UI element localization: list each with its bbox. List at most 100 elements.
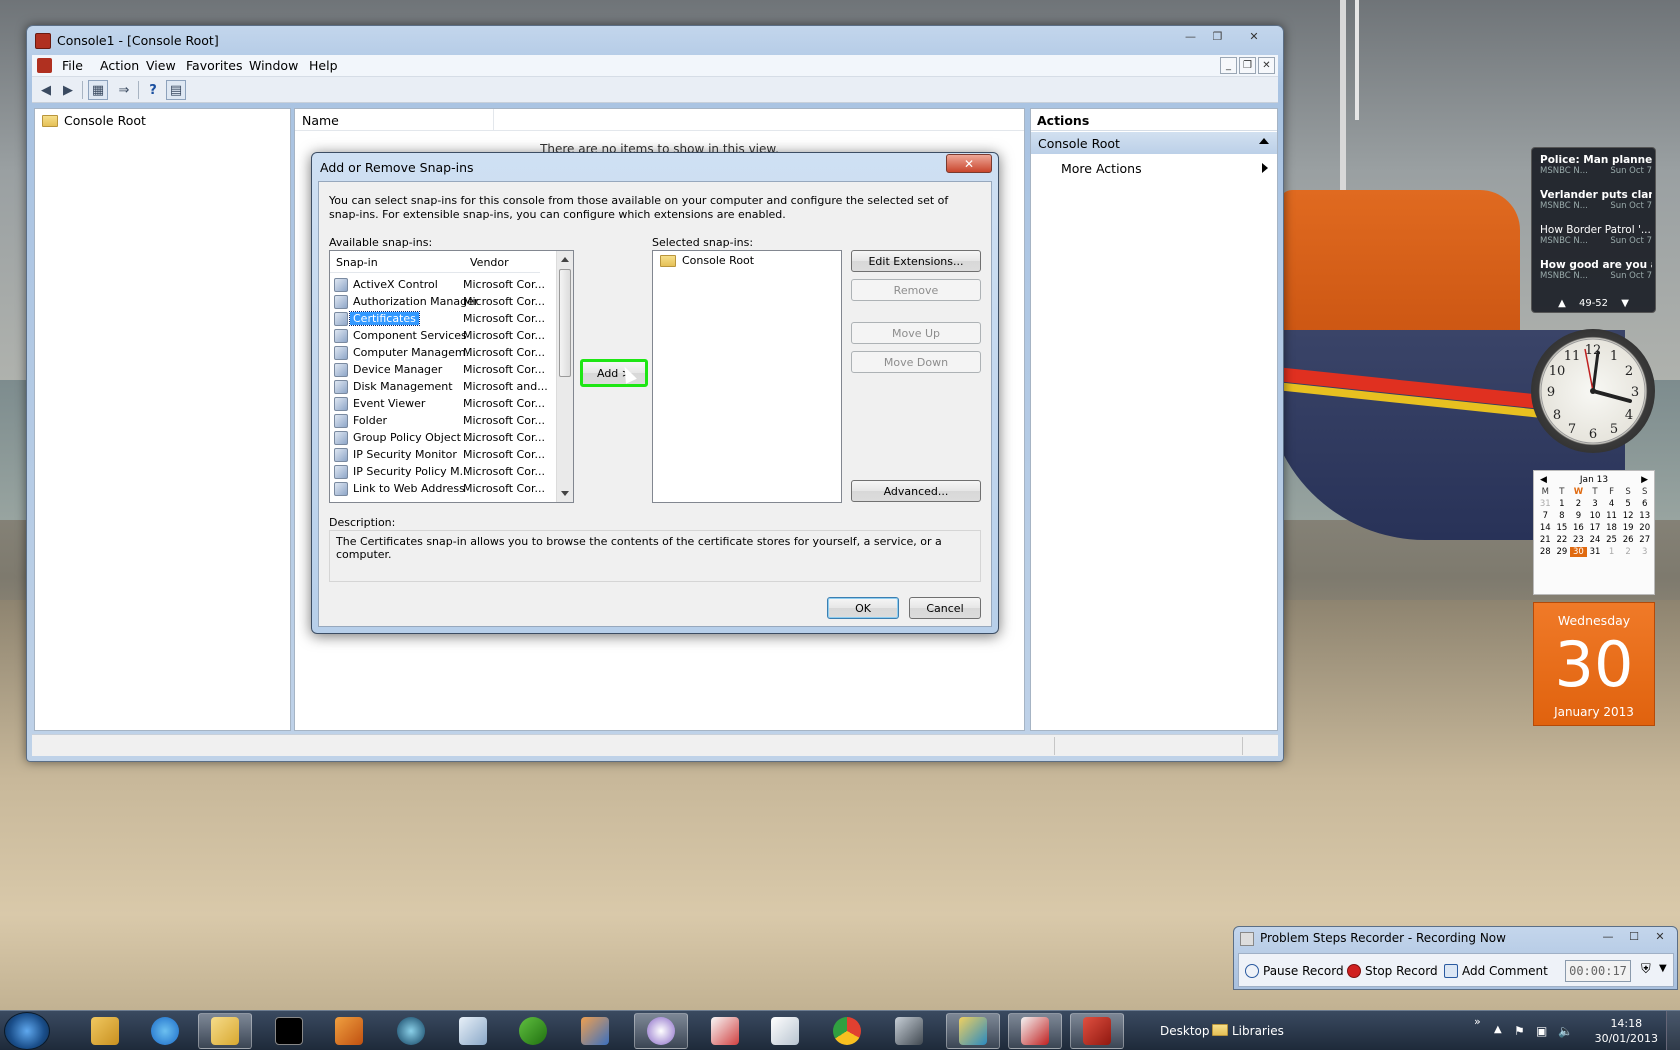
calendar-day[interactable]: 10 (1587, 511, 1604, 521)
show-desktop-button[interactable] (1666, 1011, 1680, 1050)
move-up-button[interactable]: Move Up (851, 322, 981, 344)
child-restore-button[interactable]: ❐ (1239, 57, 1256, 74)
export-list-icon[interactable]: ⇒ (114, 80, 134, 100)
taskbar-app-pen[interactable] (882, 1013, 936, 1049)
toolbar-libraries[interactable]: Libraries (1212, 1024, 1284, 1038)
calendar-day[interactable]: 6 (1636, 499, 1653, 509)
calendar-day[interactable]: 18 (1603, 523, 1620, 533)
calendar-next-icon[interactable]: ▶ (1641, 475, 1648, 485)
taskbar-app-star[interactable] (446, 1013, 500, 1049)
selected-snapins-list[interactable]: Console Root (652, 250, 842, 503)
calendar-day[interactable]: 8 (1554, 511, 1571, 521)
psr-maximize-button[interactable]: ☐ (1621, 928, 1647, 945)
calendar-day[interactable]: 31 (1537, 499, 1554, 509)
taskbar-clock[interactable]: 14:18 30/01/2013 (1595, 1016, 1658, 1046)
move-down-button[interactable]: Move Down (851, 351, 981, 373)
calendar-day[interactable]: 14 (1537, 523, 1554, 533)
add-comment-button[interactable]: Add Comment (1444, 964, 1548, 978)
add-button[interactable]: Add > (580, 359, 648, 387)
column-vendor[interactable]: Vendor (470, 256, 509, 269)
calendar-day[interactable]: 21 (1537, 535, 1554, 545)
news-item[interactable]: Police: Man planned ... MSNBC N... Sun Oc… (1540, 154, 1652, 176)
menu-window[interactable]: Window (249, 58, 298, 73)
calendar-day[interactable]: 20 (1636, 523, 1653, 533)
taskbar-documents[interactable] (758, 1013, 812, 1049)
taskbar-app-chart[interactable] (568, 1013, 622, 1049)
menu-help[interactable]: Help (309, 58, 338, 73)
calendar-day[interactable]: 22 (1554, 535, 1571, 545)
child-close-button[interactable]: ✕ (1258, 57, 1275, 74)
calendar-day[interactable]: 28 (1537, 547, 1554, 557)
calendar-day[interactable]: 2 (1570, 499, 1587, 509)
news-item[interactable]: Verlander puts clam... MSNBC N... Sun Oct… (1540, 189, 1652, 211)
calendar-day[interactable]: 7 (1537, 511, 1554, 521)
minimize-button[interactable]: — (1177, 27, 1204, 46)
calendar-day[interactable]: 3 (1587, 499, 1604, 509)
volume-icon[interactable]: 🔈 (1558, 1024, 1573, 1038)
back-arrow-icon[interactable]: ◀ (36, 80, 56, 100)
help-dropdown-icon[interactable]: ▼ (1659, 963, 1667, 974)
taskbar-internet-explorer[interactable] (138, 1013, 192, 1049)
available-snapins-list[interactable]: Snap-in Vendor ActiveX Control Microsoft … (329, 250, 574, 503)
calendar-day[interactable]: 1 (1554, 499, 1571, 509)
snapin-row[interactable]: ActiveX Control Microsoft Cor... (334, 277, 545, 293)
snapin-row[interactable]: IP Security Policy M... Microsoft Cor... (334, 464, 545, 480)
snapin-row[interactable]: Event Viewer Microsoft Cor... (334, 396, 545, 412)
calendar-day[interactable]: 3 (1636, 547, 1653, 557)
snapin-row[interactable]: Disk Management Microsoft and... (334, 379, 548, 395)
shield-icon[interactable]: ⛨ (1641, 962, 1651, 977)
calendar-day[interactable]: 2 (1620, 547, 1637, 557)
snapin-row[interactable]: Computer Managem... Microsoft Cor... (334, 345, 545, 361)
calendar-prev-icon[interactable]: ◀ (1540, 475, 1547, 485)
menu-favorites[interactable]: Favorites (186, 58, 242, 73)
scrollbar-thumb[interactable] (559, 269, 571, 377)
psr-minimize-button[interactable]: — (1595, 928, 1621, 945)
forward-arrow-icon[interactable]: ▶ (58, 80, 78, 100)
tray-expand-icon[interactable]: ▲ (1494, 1024, 1502, 1035)
network-icon[interactable]: ▣ (1536, 1024, 1547, 1038)
taskbar-media-center[interactable] (384, 1013, 438, 1049)
child-minimize-button[interactable]: _ (1220, 57, 1237, 74)
dialog-close-button[interactable]: ✕ (946, 154, 992, 173)
column-name[interactable]: Name (302, 113, 339, 128)
taskbar-media-player[interactable] (322, 1013, 376, 1049)
snapin-row[interactable]: Certificates Microsoft Cor... (334, 311, 545, 327)
stop-record-button[interactable]: Stop Record (1347, 964, 1438, 978)
snapin-row[interactable]: Device Manager Microsoft Cor... (334, 362, 545, 378)
calendar-day[interactable]: 27 (1636, 535, 1653, 545)
tree-item-console-root[interactable]: Console Root (39, 112, 149, 129)
remove-button[interactable]: Remove (851, 279, 981, 301)
show-hide-tree-icon[interactable]: ▦ (88, 80, 108, 100)
advanced-button[interactable]: Advanced... (851, 480, 981, 502)
taskbar-snipping-tool[interactable] (698, 1013, 752, 1049)
list-scrollbar[interactable] (556, 251, 573, 502)
menu-action[interactable]: Action (100, 58, 139, 73)
calendar-day[interactable]: 17 (1587, 523, 1604, 533)
taskbar-steps-recorder[interactable] (1008, 1013, 1062, 1049)
calendar-day[interactable]: 4 (1603, 499, 1620, 509)
calendar-day[interactable]: 11 (1603, 511, 1620, 521)
edit-extensions-button[interactable]: Edit Extensions... (851, 250, 981, 272)
scroll-up-icon[interactable] (561, 257, 569, 262)
ok-button[interactable]: OK (827, 597, 899, 619)
calendar-day[interactable]: 29 (1554, 547, 1571, 557)
action-center-flag-icon[interactable]: ⚑ (1514, 1024, 1525, 1038)
mmc-app-icon[interactable] (35, 33, 51, 49)
help-icon[interactable]: ? (143, 80, 163, 100)
calendar-day[interactable]: 12 (1620, 511, 1637, 521)
news-item[interactable]: How good are you at... MSNBC N... Sun Oct… (1540, 259, 1652, 281)
restore-button[interactable]: ❐ (1204, 27, 1231, 46)
calendar-day[interactable]: 25 (1603, 535, 1620, 545)
close-button[interactable]: ✕ (1231, 27, 1277, 46)
calendar-day[interactable]: 9 (1570, 511, 1587, 521)
taskbar-mmc[interactable] (1070, 1013, 1124, 1049)
calendar-day[interactable]: 13 (1636, 511, 1653, 521)
calendar-day[interactable]: 24 (1587, 535, 1604, 545)
taskbar-chrome[interactable] (820, 1013, 874, 1049)
calendar-day[interactable]: 5 (1620, 499, 1637, 509)
snapin-row[interactable]: Component Services Microsoft Cor... (334, 328, 545, 344)
actions-group-console-root[interactable]: Console Root (1031, 132, 1277, 154)
more-actions-item[interactable]: More Actions (1061, 161, 1142, 176)
calendar-day[interactable]: 26 (1620, 535, 1637, 545)
column-snapin[interactable]: Snap-in (336, 256, 378, 269)
